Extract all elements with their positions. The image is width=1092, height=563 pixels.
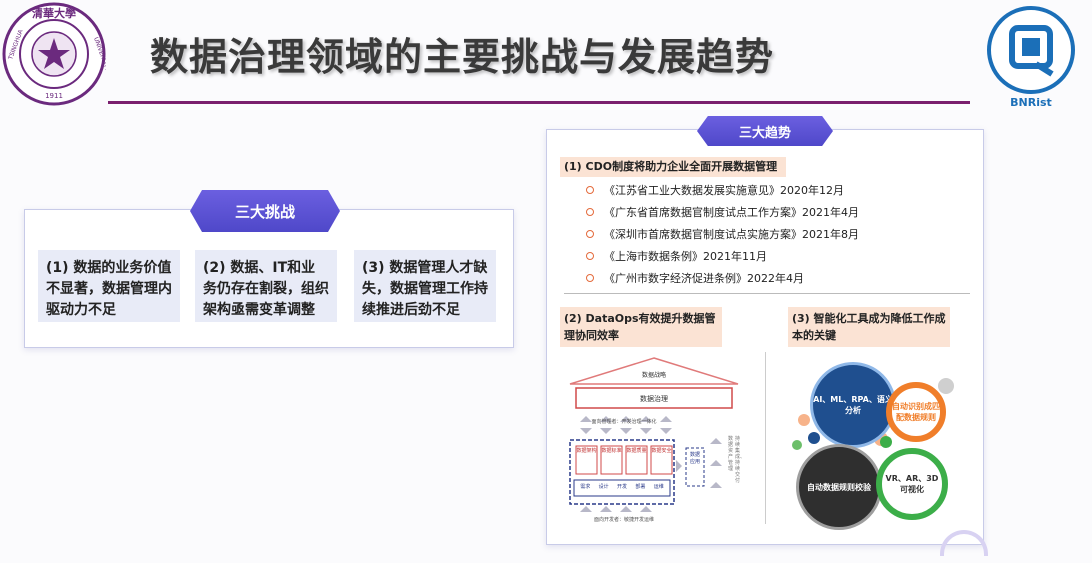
list-item: 《深圳市首席数据官制度试点实施方案》2021年8月	[586, 224, 859, 244]
dataops-op: 设计	[598, 484, 609, 490]
trend-2-heading: (2) DataOps有效提升数据管理协同效率	[560, 307, 722, 347]
dataops-module: 数据架构	[576, 448, 597, 454]
challenge-item-1: (1) 数据的业务价值不显著，数据管理内驱动力不足	[38, 250, 180, 322]
dataops-caption-top: 面向管理者：开发治理一体化	[591, 419, 657, 425]
bullet-icon	[586, 274, 594, 282]
trend-1-heading: (1) CDO制度将助力企业全面开展数据管理	[560, 157, 786, 177]
trend-divider	[564, 293, 970, 294]
list-item-text: 《广州市数字经济促进条例》2022年4月	[604, 272, 804, 285]
seal-year: 1911	[45, 92, 63, 100]
dataops-op: 需求	[580, 484, 591, 490]
list-item: 《江苏省工业大数据发展实施意见》2020年12月	[586, 180, 859, 200]
bullet-icon	[586, 252, 594, 260]
list-item: 《广东省首席数据官制度试点工作方案》2021年4月	[586, 202, 859, 222]
decor-dot	[808, 432, 820, 444]
dataops-roof-label: 数据战略	[641, 372, 666, 379]
bnrist-logo: BNRist	[982, 2, 1080, 112]
trend-3-heading: (3) 智能化工具成为降低工作成本的关键	[788, 307, 950, 347]
bullet-icon	[586, 230, 594, 238]
decor-dot	[938, 378, 954, 394]
dataops-app: 数据应用	[689, 452, 700, 465]
dataops-module: 数据安全	[651, 448, 672, 454]
title-divider	[108, 101, 970, 104]
dataops-op: 开发	[616, 484, 627, 490]
list-item-text: 《江苏省工业大数据发展实施意见》2020年12月	[604, 184, 844, 197]
slide-title: 数据治理领域的主要挑战与发展趋势	[150, 35, 775, 79]
seal-ring-top: 清華大學	[32, 6, 76, 20]
dataops-caption-bottom: 面向开发者：敏捷开发运维	[593, 517, 654, 523]
list-item-text: 《深圳市首席数据官制度试点实施方案》2021年8月	[604, 228, 859, 241]
trends-header: 三大趋势	[697, 116, 833, 146]
list-item: 《广州市数字经济促进条例》2022年4月	[586, 268, 859, 288]
bullet-icon	[586, 186, 594, 194]
challenge-item-2: (2) 数据、IT和业务仍存在割裂，组织架构亟需变革调整	[195, 250, 337, 322]
challenges-header: 三大挑战	[190, 190, 340, 232]
column-divider	[765, 352, 766, 524]
dataops-ops-row: 需求 设计 开发 部署 运维	[576, 483, 668, 490]
trend-1-list: 《江苏省工业大数据发展实施意见》2020年12月 《广东省首席数据官制度试点工作…	[586, 180, 859, 288]
list-item-text: 《广东省首席数据官制度试点工作方案》2021年4月	[604, 206, 859, 219]
dataops-side-right: 持续集成、持续交付	[735, 436, 746, 484]
dataops-side-left: 数据资产管理	[728, 436, 734, 472]
bubble-vr-ar: VR、AR、3D可视化	[876, 448, 948, 520]
dataops-module: 数据标准	[601, 448, 622, 454]
decor-dot	[798, 414, 810, 426]
dataops-module: 数据质量	[626, 448, 647, 454]
bnrist-wordmark: BNRist	[1010, 96, 1052, 109]
bubble-auto-match: 自动识别成匹配数据规则	[886, 382, 946, 442]
bullet-icon	[586, 208, 594, 216]
tools-bubbles: AI、ML、RPA、语义分析 自动识别成匹配数据规则 自动数据规则校验 VR、A…	[790, 358, 970, 530]
bubble-rule-check: 自动数据规则校验	[796, 444, 882, 530]
list-item-text: 《上海市数据条例》2021年11月	[604, 250, 767, 263]
decor-dot	[792, 440, 802, 450]
bubble-ai: AI、ML、RPA、语义分析	[810, 362, 896, 448]
dataops-op: 部署	[635, 484, 646, 490]
dataops-diagram: 数据战略 数据治理 面向管理者：开发治理一体化 数据架构 数据标准 数据质量 数…	[566, 356, 746, 528]
dataops-op: 运维	[653, 484, 664, 490]
list-item: 《上海市数据条例》2021年11月	[586, 246, 859, 266]
challenge-item-3: (3) 数据管理人才缺失，数据管理工作持续推进后劲不足	[354, 250, 496, 322]
tsinghua-logo: 清華大學 TSINGHUA UNIVERSITY 1911	[2, 2, 111, 106]
decor-dot	[880, 436, 892, 448]
dataops-governance-label: 数据治理	[640, 395, 668, 403]
